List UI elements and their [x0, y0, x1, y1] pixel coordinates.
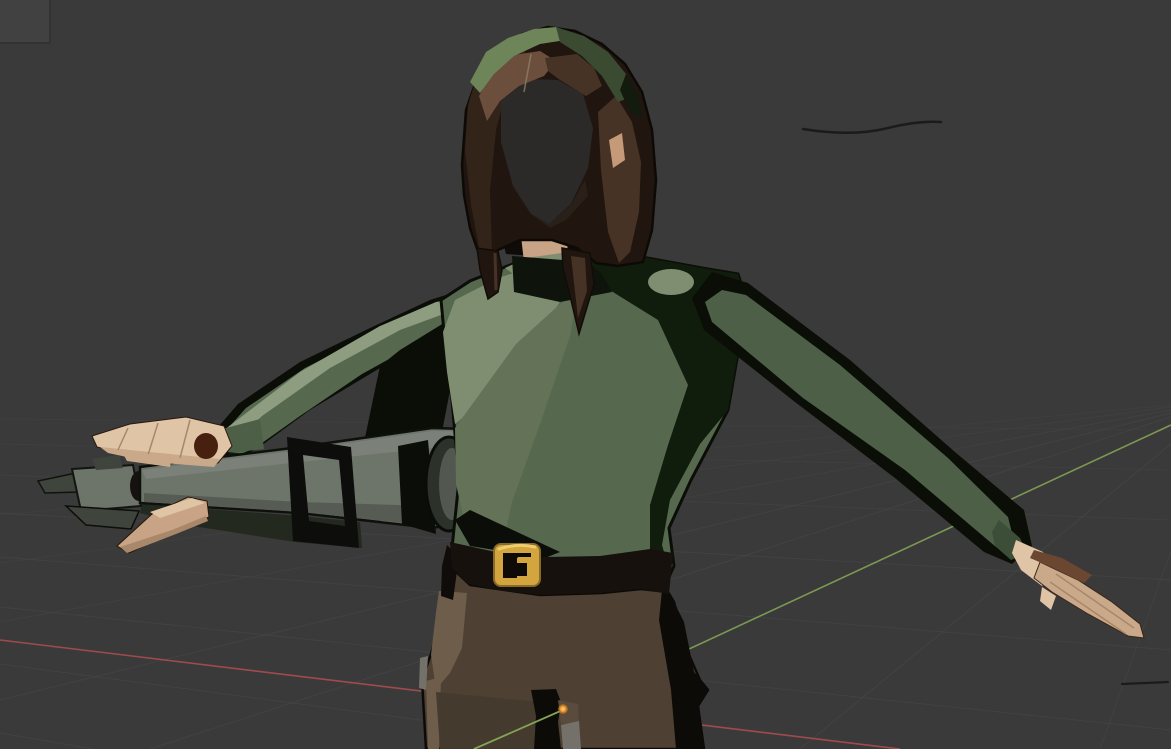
inner-leg-gray — [561, 721, 581, 749]
buckle-prong-notch — [517, 563, 527, 576]
3d-viewport[interactable] — [0, 0, 1171, 749]
corner-panel — [0, 0, 50, 43]
finger-gap — [194, 433, 218, 459]
corner-panel-fill — [0, 0, 50, 43]
object-origin-dot-center — [561, 707, 564, 710]
front-strand-left-shine — [495, 253, 496, 290]
right-shoulder-highlight — [648, 269, 694, 295]
